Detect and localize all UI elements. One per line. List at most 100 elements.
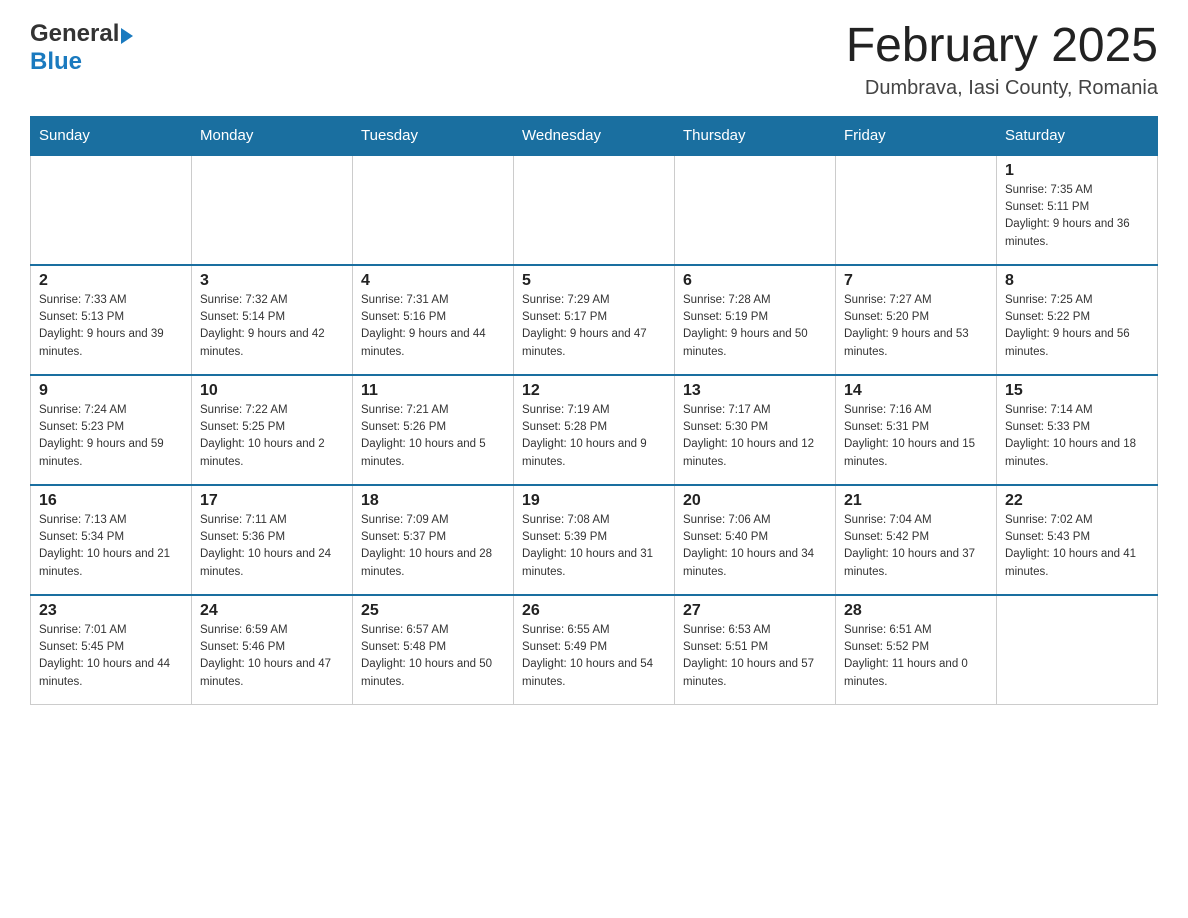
day-info-line: Sunrise: 7:01 AM bbox=[39, 624, 127, 636]
day-number: 14 bbox=[844, 382, 988, 400]
day-info: Sunrise: 7:35 AMSunset: 5:11 PMDaylight:… bbox=[1005, 182, 1149, 251]
day-info-line: Sunset: 5:30 PM bbox=[683, 421, 768, 433]
calendar-body: 1 Sunrise: 7:35 AMSunset: 5:11 PMDaylight… bbox=[31, 155, 1158, 705]
day-info-line: Sunrise: 6:57 AM bbox=[361, 624, 449, 636]
day-info: Sunrise: 7:22 AMSunset: 5:25 PMDaylight:… bbox=[200, 402, 344, 471]
day-number: 3 bbox=[200, 272, 344, 290]
calendar-cell: 6Sunrise: 7:28 AMSunset: 5:19 PMDaylight… bbox=[675, 265, 836, 375]
calendar-cell: 9Sunrise: 7:24 AMSunset: 5:23 PMDaylight… bbox=[31, 375, 192, 485]
week-row-5: 23Sunrise: 7:01 AMSunset: 5:45 PMDayligh… bbox=[31, 595, 1158, 705]
calendar-cell: 21 Sunrise: 7:04 AMSunset: 5:42 PMDayligh… bbox=[836, 485, 997, 595]
day-info-line: Daylight: 9 hours and 47 minutes. bbox=[522, 328, 647, 357]
day-number: 8 bbox=[1005, 272, 1149, 290]
calendar-cell: 25Sunrise: 6:57 AMSunset: 5:48 PMDayligh… bbox=[353, 595, 514, 705]
day-number: 10 bbox=[200, 382, 344, 400]
day-number: 5 bbox=[522, 272, 666, 290]
day-info-line: Sunrise: 7:21 AM bbox=[361, 404, 449, 416]
day-info: Sunrise: 7:17 AMSunset: 5:30 PMDaylight:… bbox=[683, 402, 827, 471]
day-info: Sunrise: 7:01 AM Sunset: 5:45 PM Daylight:… bbox=[39, 622, 183, 691]
calendar-cell: 18Sunrise: 7:09 AMSunset: 5:37 PMDayligh… bbox=[353, 485, 514, 595]
day-info-line: Sunset: 5:40 PM bbox=[683, 531, 768, 543]
day-info: Sunrise: 7:33 AM Sunset: 5:13 PM Daylight:… bbox=[39, 292, 183, 361]
day-info-line: Sunset: 5:48 PM bbox=[361, 641, 446, 653]
day-info-line: Daylight: 10 hours and 18 minutes. bbox=[1005, 438, 1136, 467]
header-monday: Monday bbox=[192, 116, 353, 155]
day-info-line: Daylight: 10 hours and 50 minutes. bbox=[361, 658, 492, 687]
header-sunday: Sunday bbox=[31, 116, 192, 155]
day-info: Sunrise: 7:31 AMSunset: 5:16 PMDaylight:… bbox=[361, 292, 505, 361]
day-info: Sunrise: 7:19 AMSunset: 5:28 PMDaylight:… bbox=[522, 402, 666, 471]
day-number: 21 bbox=[844, 492, 988, 510]
day-info-line: Sunset: 5:23 PM bbox=[39, 421, 124, 433]
day-info-line: Daylight: 10 hours and 2 minutes. bbox=[200, 438, 325, 467]
day-info-line: Sunrise: 7:02 AM bbox=[1005, 514, 1093, 526]
day-info: Sunrise: 7:04 AMSunset: 5:42 PMDaylight:… bbox=[844, 512, 988, 581]
calendar-cell: 19 Sunrise: 7:08 AMSunset: 5:39 PMDayligh… bbox=[514, 485, 675, 595]
week-row-3: 9Sunrise: 7:24 AMSunset: 5:23 PMDaylight… bbox=[31, 375, 1158, 485]
day-info-line: Daylight: 9 hours and 50 minutes. bbox=[683, 328, 808, 357]
day-info-line: Daylight: 10 hours and 31 minutes. bbox=[522, 548, 653, 577]
day-info-line: Daylight: 10 hours and 21 minutes. bbox=[39, 548, 170, 577]
calendar-cell: 3Sunrise: 7:32 AMSunset: 5:14 PMDaylight… bbox=[192, 265, 353, 375]
day-info-line: Daylight: 9 hours and 39 minutes. bbox=[39, 328, 164, 357]
header-thursday: Thursday bbox=[675, 116, 836, 155]
calendar-subtitle: Dumbrava, Iasi County, Romania bbox=[846, 77, 1158, 100]
day-info-line: Sunrise: 7:08 AM bbox=[522, 514, 610, 526]
day-info-line: Daylight: 10 hours and 28 minutes. bbox=[361, 548, 492, 577]
day-info-line: Sunset: 5:20 PM bbox=[844, 311, 929, 323]
day-info-line: Daylight: 10 hours and 57 minutes. bbox=[683, 658, 814, 687]
calendar-cell: 15Sunrise: 7:14 AMSunset: 5:33 PMDayligh… bbox=[997, 375, 1158, 485]
calendar-cell: 1 Sunrise: 7:35 AMSunset: 5:11 PMDaylight… bbox=[997, 155, 1158, 265]
day-info-line: Daylight: 10 hours and 24 minutes. bbox=[200, 548, 331, 577]
day-number: 12 bbox=[522, 382, 666, 400]
day-number: 4 bbox=[361, 272, 505, 290]
day-info-line: Daylight: 9 hours and 42 minutes. bbox=[200, 328, 325, 357]
day-info-line: Sunset: 5:46 PM bbox=[200, 641, 285, 653]
day-info-line: Sunrise: 7:35 AM bbox=[1005, 184, 1093, 196]
day-info-line: Sunrise: 6:51 AM bbox=[844, 624, 932, 636]
day-number: 1 bbox=[1005, 162, 1149, 180]
day-info-line: Daylight: 10 hours and 5 minutes. bbox=[361, 438, 486, 467]
calendar-cell: 17Sunrise: 7:11 AMSunset: 5:36 PMDayligh… bbox=[192, 485, 353, 595]
day-info-line: Sunset: 5:34 PM bbox=[39, 531, 124, 543]
day-info: Sunrise: 7:08 AMSunset: 5:39 PMDaylight:… bbox=[522, 512, 666, 581]
day-info-line: Sunrise: 7:28 AM bbox=[683, 294, 771, 306]
day-number: 26 bbox=[522, 602, 666, 620]
day-info-line: Sunrise: 7:04 AM bbox=[844, 514, 932, 526]
day-info: Sunrise: 7:28 AMSunset: 5:19 PMDaylight:… bbox=[683, 292, 827, 361]
day-info-line: Sunset: 5:16 PM bbox=[361, 311, 446, 323]
day-info: Sunrise: 7:14 AMSunset: 5:33 PMDaylight:… bbox=[1005, 402, 1149, 471]
logo-general-text: General bbox=[30, 20, 119, 48]
day-number: 18 bbox=[361, 492, 505, 510]
day-info-line: Daylight: 10 hours and 34 minutes. bbox=[683, 548, 814, 577]
day-info-line: Sunset: 5:17 PM bbox=[522, 311, 607, 323]
day-info-line: Sunset: 5:51 PM bbox=[683, 641, 768, 653]
day-info-line: Daylight: 10 hours and 9 minutes. bbox=[522, 438, 647, 467]
day-info-line: Daylight: 10 hours and 41 minutes. bbox=[1005, 548, 1136, 577]
calendar-cell: 10 Sunrise: 7:22 AMSunset: 5:25 PMDayligh… bbox=[192, 375, 353, 485]
day-number: 19 bbox=[522, 492, 666, 510]
day-info-line: Sunset: 5:13 PM bbox=[39, 311, 124, 323]
calendar-cell bbox=[675, 155, 836, 265]
calendar-cell: 16Sunrise: 7:13 AMSunset: 5:34 PMDayligh… bbox=[31, 485, 192, 595]
header-saturday: Saturday bbox=[997, 116, 1158, 155]
day-info-line: Daylight: 10 hours and 37 minutes. bbox=[844, 548, 975, 577]
calendar-cell bbox=[353, 155, 514, 265]
calendar-cell: 27Sunrise: 6:53 AMSunset: 5:51 PMDayligh… bbox=[675, 595, 836, 705]
day-info-line: Daylight: 10 hours and 44 minutes. bbox=[39, 658, 170, 687]
day-info: Sunrise: 6:59 AM Sunset: 5:46 PM Daylight:… bbox=[200, 622, 344, 691]
day-info-line: Sunset: 5:45 PM bbox=[39, 641, 124, 653]
day-info-line: Sunset: 5:49 PM bbox=[522, 641, 607, 653]
day-info: Sunrise: 7:13 AMSunset: 5:34 PMDaylight:… bbox=[39, 512, 183, 581]
day-info-line: Sunrise: 7:09 AM bbox=[361, 514, 449, 526]
day-info-line: Sunset: 5:28 PM bbox=[522, 421, 607, 433]
day-info-line: Sunrise: 7:33 AM bbox=[39, 294, 127, 306]
day-info-line: Sunrise: 7:29 AM bbox=[522, 294, 610, 306]
day-info-line: Daylight: 10 hours and 47 minutes. bbox=[200, 658, 331, 687]
calendar-cell bbox=[514, 155, 675, 265]
day-info-line: Sunrise: 6:59 AM bbox=[200, 624, 288, 636]
calendar-title: February 2025 bbox=[846, 20, 1158, 73]
day-info: Sunrise: 7:21 AMSunset: 5:26 PMDaylight:… bbox=[361, 402, 505, 471]
calendar-cell: 11Sunrise: 7:21 AMSunset: 5:26 PMDayligh… bbox=[353, 375, 514, 485]
calendar-cell: 20Sunrise: 7:06 AMSunset: 5:40 PMDayligh… bbox=[675, 485, 836, 595]
